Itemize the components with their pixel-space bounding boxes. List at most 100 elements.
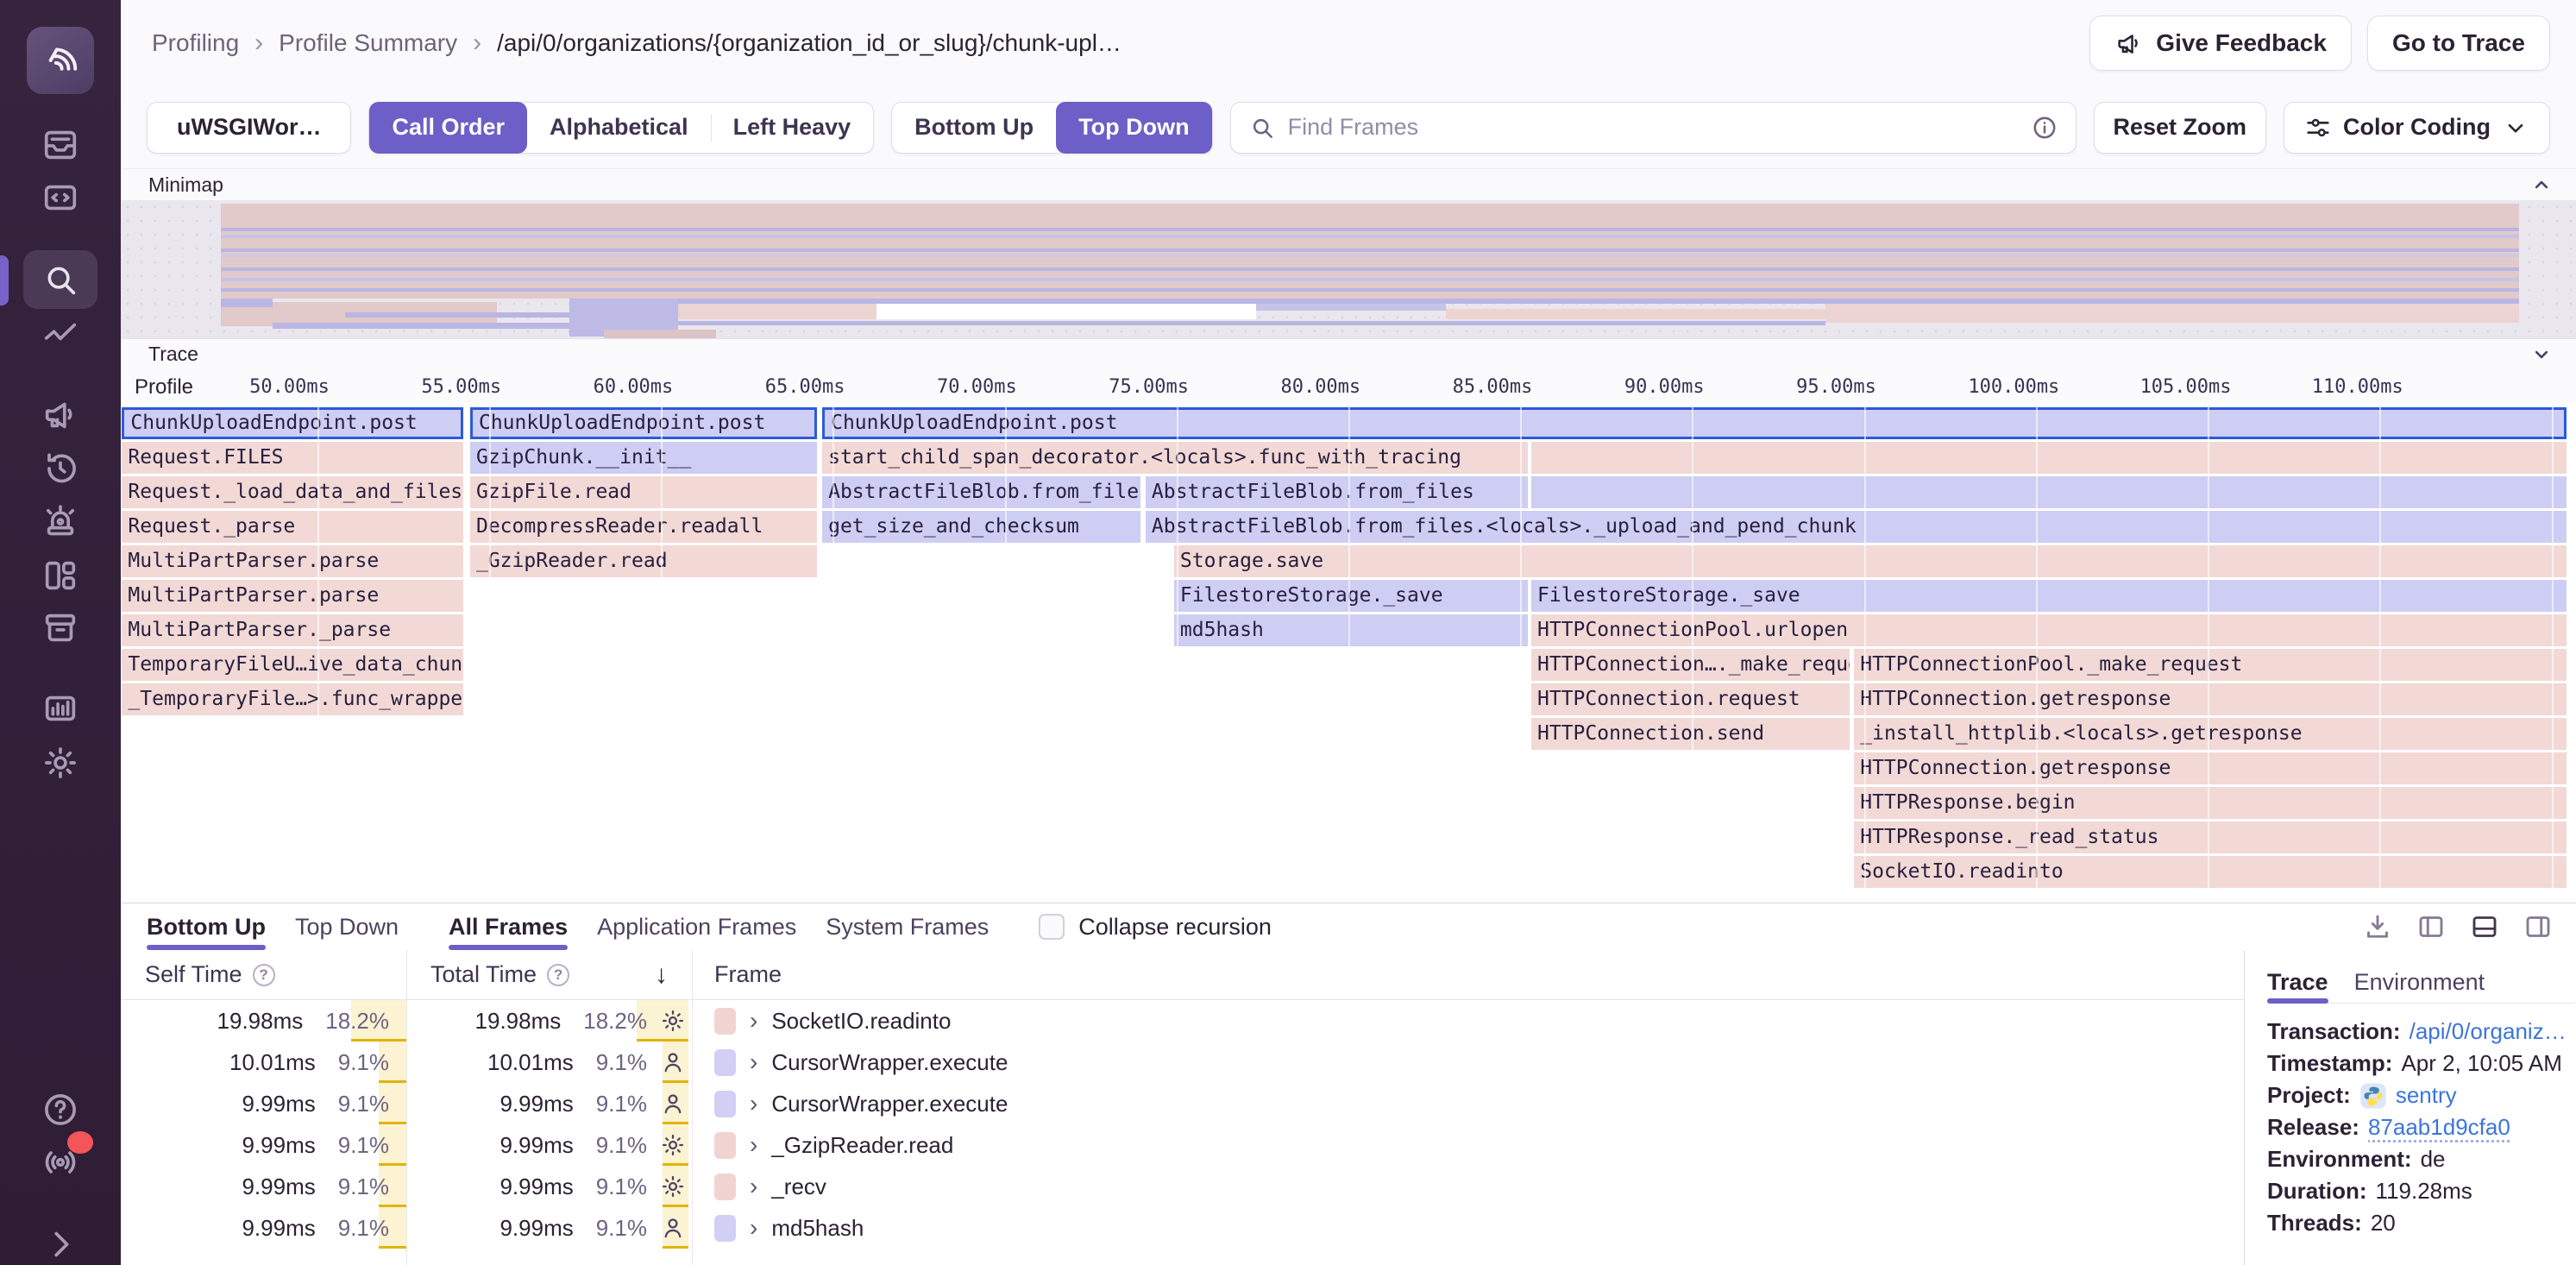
sidebar-item-explore[interactable] — [23, 250, 97, 309]
sidebar-item-settings[interactable] — [38, 740, 83, 785]
total-time-column-header[interactable]: Total Time ? ↓ — [406, 961, 692, 988]
flame-frame[interactable]: Storage.save — [1174, 545, 2567, 577]
frame-name-cell[interactable]: ›md5hash — [692, 1207, 2244, 1249]
direction-option-top-down[interactable]: Top Down — [1056, 102, 1211, 154]
sentry-logo[interactable] — [27, 27, 94, 94]
sidebar-item-alerts[interactable] — [38, 499, 83, 544]
flame-frame[interactable]: HTTPResponse._read_status — [1854, 821, 2566, 853]
flame-frame[interactable]: AbstractFileBlob.from_files — [822, 476, 1140, 508]
field-value[interactable]: 87aab1d9cfa0 — [2368, 1111, 2510, 1143]
flame-frame[interactable]: HTTPConnection…._make_request — [1531, 649, 1850, 681]
breadcrumb-item[interactable]: /api/0/organizations/{organization_id_or… — [497, 29, 1122, 57]
field-value[interactable]: sentry — [2396, 1079, 2457, 1111]
sort-option-call-order[interactable]: Call Order — [369, 102, 527, 154]
flame-frame[interactable]: FilestoreStorage._save — [1531, 580, 2567, 612]
flame-frame[interactable]: Request.FILES — [122, 442, 463, 474]
flame-frame[interactable]: MultiPartParser._parse — [122, 614, 463, 646]
flame-frame[interactable]: HTTPConnection.send — [1531, 718, 1850, 750]
flame-frame[interactable]: _GzipReader.read — [470, 545, 817, 577]
sidebar-item-releases[interactable] — [38, 606, 83, 651]
flame-frame[interactable]: _install_httplib.<locals>.getresponse — [1854, 718, 2566, 750]
flame-frame[interactable]: ChunkUploadEndpoint.post — [822, 407, 2567, 439]
thread-selector-dropdown[interactable]: uWSGIWor… — [147, 102, 351, 154]
flame-frame[interactable]: _TemporaryFile…>.func_wrapper — [122, 683, 463, 715]
flame-frame[interactable]: ChunkUploadEndpoint.post — [470, 407, 817, 439]
view-tab-top-down[interactable]: Top Down — [295, 903, 399, 950]
flame-frame[interactable]: HTTPConnectionPool._make_request — [1854, 649, 2566, 681]
details-tab-environment[interactable]: Environment — [2354, 962, 2485, 1003]
field-value[interactable]: /api/0/organizations/{organ… — [2410, 1016, 2576, 1048]
sidebar-item-issues[interactable] — [38, 123, 83, 167]
flame-frame[interactable]: HTTPConnectionPool.urlopen — [1531, 614, 2567, 646]
flame-frame[interactable]: MultiPartParser.parse — [122, 545, 463, 577]
flame-frame[interactable]: MultiPartParser.parse — [122, 580, 463, 612]
flame-frame[interactable]: ChunkUploadEndpoint.post — [122, 407, 463, 439]
minimap[interactable] — [121, 200, 2576, 338]
flame-frame[interactable]: HTTPConnection.getresponse — [1854, 752, 2566, 784]
frame-column-header[interactable]: Frame — [692, 961, 2244, 988]
give-feedback-button[interactable]: Give Feedback — [2089, 16, 2352, 71]
flame-frame[interactable]: get_size_and_checksum — [822, 511, 1140, 543]
download-icon[interactable] — [2362, 911, 2393, 942]
expand-chevron-icon[interactable]: › — [750, 1173, 757, 1200]
sidebar-item-whats-new[interactable] — [38, 1140, 83, 1185]
table-row[interactable]: 9.99ms9.1%9.99ms9.1%›CursorWrapper.execu… — [121, 1083, 2244, 1124]
expand-chevron-icon[interactable]: › — [750, 1214, 757, 1242]
go-to-trace-button[interactable]: Go to Trace — [2367, 16, 2550, 71]
reset-zoom-button[interactable]: Reset Zoom — [2094, 102, 2267, 154]
sidebar-expand-button[interactable] — [38, 1222, 83, 1265]
table-row[interactable]: 9.99ms9.1%9.99ms9.1%›_recv — [121, 1166, 2244, 1207]
table-row[interactable]: 9.99ms9.1%9.99ms9.1%›_GzipReader.read — [121, 1124, 2244, 1166]
flame-frame[interactable]: FilestoreStorage._save — [1174, 580, 1528, 612]
sidebar-item-stats[interactable] — [38, 686, 83, 731]
layout-left-icon[interactable] — [2416, 911, 2447, 942]
flame-frame[interactable] — [1531, 442, 2567, 474]
frame-tab-all-frames[interactable]: All Frames — [449, 903, 568, 950]
table-row[interactable]: 9.99ms9.1%9.99ms9.1%›md5hash — [121, 1207, 2244, 1249]
sidebar-item-help[interactable] — [38, 1087, 83, 1132]
table-row[interactable]: 19.98ms18.2%19.98ms18.2%›SocketIO.readin… — [121, 1000, 2244, 1042]
flame-frame[interactable]: HTTPConnection.request — [1531, 683, 1850, 715]
frame-name-cell[interactable]: ›SocketIO.readinto — [692, 1000, 2244, 1042]
flame-frame[interactable]: SocketIO.readinto — [1854, 856, 2566, 888]
flame-frame[interactable]: md5hash — [1174, 614, 1528, 646]
view-tab-bottom-up[interactable]: Bottom Up — [147, 903, 266, 950]
sidebar-item-insights[interactable] — [38, 313, 83, 358]
flame-frame[interactable]: AbstractFileBlob.from_files — [1146, 476, 1528, 508]
breadcrumb-item[interactable]: Profile Summary — [279, 29, 457, 57]
sidebar-item-projects[interactable] — [38, 175, 83, 220]
sidebar-item-replays[interactable] — [38, 446, 83, 491]
expand-chevron-icon[interactable]: › — [750, 1007, 757, 1035]
expand-chevron-icon[interactable]: › — [750, 1048, 757, 1076]
flame-frame[interactable]: TemporaryFileU…ive_data_chunk — [122, 649, 463, 681]
collapse-recursion-toggle[interactable]: Collapse recursion — [1039, 914, 1272, 941]
sidebar-item-feedback[interactable] — [38, 392, 83, 437]
frame-tab-system-frames[interactable]: System Frames — [826, 903, 989, 950]
flame-frame[interactable]: HTTPResponse.begin — [1854, 787, 2566, 819]
flamegraph[interactable]: SocketIO.readintoHTTPResponse._read_stat… — [121, 402, 2576, 903]
frame-name-cell[interactable]: ›_recv — [692, 1166, 2244, 1207]
frame-tab-application-frames[interactable]: Application Frames — [597, 903, 796, 950]
flame-frame[interactable]: DecompressReader.readall — [470, 511, 817, 543]
chevron-down-icon[interactable] — [2529, 343, 2554, 367]
flame-frame[interactable]: GzipFile.read — [470, 476, 817, 508]
layout-right-icon[interactable] — [2523, 911, 2554, 942]
layout-bottom-icon[interactable] — [2469, 911, 2500, 942]
flame-frame[interactable] — [1531, 476, 2567, 508]
find-frames-input[interactable]: Find Frames — [1230, 102, 2077, 154]
sort-option-alphabetical[interactable]: Alphabetical — [527, 102, 711, 154]
self-time-column-header[interactable]: Self Time ? — [121, 961, 406, 988]
flame-frame[interactable]: start_child_span_decorator.<locals>.func… — [822, 442, 1528, 474]
flame-frame[interactable]: Request._load_data_and_files — [122, 476, 463, 508]
chevron-up-icon[interactable] — [2529, 173, 2554, 197]
direction-option-bottom-up[interactable]: Bottom Up — [892, 102, 1056, 154]
frame-name-cell[interactable]: ›CursorWrapper.execute — [692, 1042, 2244, 1083]
expand-chevron-icon[interactable]: › — [750, 1131, 757, 1159]
flame-frame[interactable]: AbstractFileBlob.from_files.<locals>._up… — [1146, 511, 2567, 543]
sort-descending-icon[interactable]: ↓ — [655, 960, 668, 990]
info-icon[interactable] — [2031, 114, 2058, 142]
frame-name-cell[interactable]: ›CursorWrapper.execute — [692, 1083, 2244, 1124]
table-row[interactable]: 10.01ms9.1%10.01ms9.1%›CursorWrapper.exe… — [121, 1042, 2244, 1083]
flame-frame[interactable]: HTTPConnection.getresponse — [1854, 683, 2566, 715]
flame-frame[interactable]: GzipChunk.__init__ — [470, 442, 817, 474]
